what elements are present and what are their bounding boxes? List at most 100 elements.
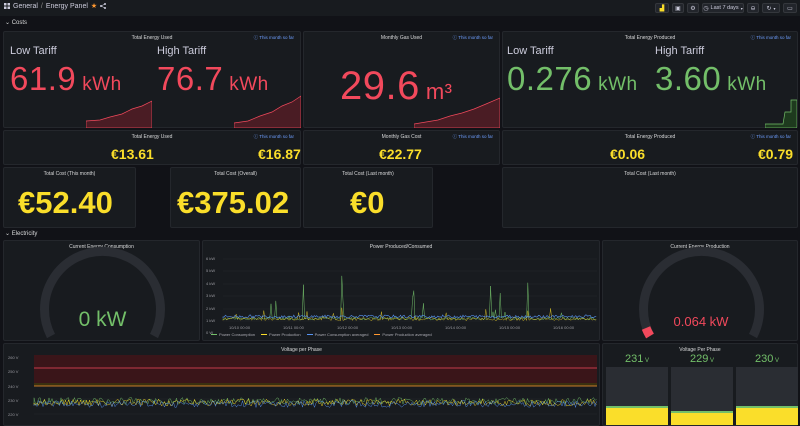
row-collapse-electricity[interactable]: ⌄ Electricity bbox=[5, 230, 37, 237]
power-x-tick: 10/10 00:00 bbox=[229, 325, 251, 330]
chevron-down-icon: ▾ bbox=[740, 5, 743, 11]
power-x-tick: 10/13 00:00 bbox=[391, 325, 413, 330]
row-collapse-costs[interactable]: ⌄ Costs bbox=[5, 19, 27, 26]
legend-swatch bbox=[211, 333, 217, 336]
low-tariff-label: Low Tariff bbox=[507, 45, 554, 57]
save-icon[interactable]: ▣ bbox=[672, 3, 684, 13]
phase-voltage-unit: V bbox=[773, 358, 780, 364]
phase-voltage-unit: V bbox=[643, 358, 650, 364]
production-value: 0.064 kW bbox=[673, 314, 729, 329]
panel-link[interactable]: ⓘ This month so far bbox=[751, 134, 791, 140]
phase-voltage-bar-fill bbox=[606, 406, 668, 425]
panel-voltage-chart: Voltage per Phase 260 V 250 V 240 V 230 V 22… bbox=[3, 343, 600, 426]
panel-link[interactable]: ⓘ This month so far bbox=[453, 134, 493, 140]
tv-mode-icon[interactable]: ▭ bbox=[783, 3, 797, 13]
total-cost-overall-value: €375.02 bbox=[177, 185, 290, 220]
power-chart-legend: Power Consumption Power Production Power C… bbox=[211, 332, 432, 337]
high-tariff-produced-cost: €0.79 bbox=[758, 146, 794, 162]
panel-title: Total Cost (Overall) bbox=[214, 171, 257, 177]
settings-gear-icon[interactable]: ⚙ bbox=[687, 3, 699, 13]
panel-link[interactable]: ⓘ This month so far bbox=[254, 35, 294, 41]
legend-item[interactable]: Power Production averaged bbox=[374, 332, 432, 337]
breadcrumb-dashboard[interactable]: Energy Panel bbox=[46, 3, 88, 10]
legend-swatch bbox=[261, 333, 268, 336]
share-icon[interactable] bbox=[100, 3, 107, 9]
panel-monthly-gas-used: Monthly Gas Used ⓘ This month so far 29.… bbox=[303, 31, 500, 128]
low-tariff-sparkline bbox=[86, 100, 152, 128]
consumption-value: 0 kW bbox=[78, 308, 127, 331]
voltage-y-tick: 230 V bbox=[8, 398, 19, 403]
panel-total-cost-last-month-empty: Total Cost (Last month) bbox=[502, 167, 798, 228]
total-cost-this-month-value: €52.40 bbox=[18, 185, 113, 220]
phase-voltage-bar bbox=[606, 367, 668, 425]
dashboards-grid-icon[interactable] bbox=[4, 3, 10, 9]
voltage-chart-plot bbox=[33, 355, 597, 415]
power-x-tick: 10/16 00:00 bbox=[553, 325, 575, 330]
legend-label: Power Consumption averaged bbox=[314, 332, 369, 337]
power-x-tick: 10/12 00:00 bbox=[337, 325, 359, 330]
panel-voltage-bars: Voltage Per Phase 231 V 229 V 230 V bbox=[602, 343, 798, 426]
favorite-star-icon[interactable]: ★ bbox=[91, 2, 97, 10]
phase-voltage-number: 231 bbox=[624, 353, 644, 365]
panel-energy-used-cost: Total Energy Used ⓘ This month so far €1… bbox=[3, 130, 301, 165]
power-x-tick: 10/15 00:00 bbox=[499, 325, 521, 330]
voltage-y-tick: 240 V bbox=[8, 384, 19, 389]
panel-monthly-gas-cost: Monthly Gas Cost ⓘ This month so far €22… bbox=[303, 130, 500, 165]
low-tariff-value: 0.276 kWh bbox=[507, 60, 638, 97]
phase-voltage-bar bbox=[736, 367, 798, 425]
phase-voltage-number: 230 bbox=[754, 353, 774, 365]
row-title-electricity: Electricity bbox=[11, 231, 38, 237]
high-tariff-cost: €16.87 bbox=[258, 146, 301, 162]
total-cost-last-month-value: €0 bbox=[350, 185, 385, 220]
high-tariff-label: High Tariff bbox=[157, 45, 207, 57]
panel-energy-produced-cost: Total Energy Produced ⓘ This month so fa… bbox=[502, 130, 798, 165]
legend-label: Power Consumption bbox=[219, 332, 256, 337]
time-range-picker[interactable]: ◷ Last 7 days ▾ bbox=[702, 3, 744, 13]
power-x-tick: 10/14 00:00 bbox=[445, 325, 467, 330]
low-tariff-produced-cost: €0.06 bbox=[610, 146, 646, 162]
phase-voltage-bar-fill bbox=[736, 406, 798, 425]
panel-link[interactable]: ⓘ This month so far bbox=[751, 35, 791, 41]
gas-used-sparkline bbox=[414, 97, 500, 128]
panel-power-chart: Power Produced/Consumed 6 kW 5 kW 4 kW 3 kW… bbox=[202, 240, 600, 341]
phase-voltage-unit: V bbox=[708, 358, 715, 364]
legend-item[interactable]: Power Consumption averaged bbox=[306, 332, 369, 337]
high-tariff-label: High Tariff bbox=[655, 45, 705, 57]
panel-link[interactable]: ⓘ This month so far bbox=[453, 35, 493, 41]
legend-item[interactable]: Power Production bbox=[261, 332, 301, 337]
phase-voltage-bar-fill bbox=[671, 411, 733, 425]
panel-total-energy-used: Total Energy Used ⓘ This month so far Lo… bbox=[3, 31, 301, 128]
low-tariff-label: Low Tariff bbox=[10, 45, 57, 57]
panel-total-cost-this-month: Total Cost (This month) €52.40 bbox=[3, 167, 136, 228]
breadcrumb-folder[interactable]: General bbox=[13, 3, 38, 10]
voltage-series-line bbox=[33, 399, 597, 408]
low-tariff-value: 61.9 kWh bbox=[10, 60, 122, 97]
phase-voltage-value: 231 V bbox=[606, 353, 668, 365]
high-tariff-sparkline bbox=[765, 99, 797, 128]
panel-title: Total Cost (Last month) bbox=[342, 171, 394, 177]
row-title-costs: Costs bbox=[11, 20, 28, 26]
clock-icon: ◷ bbox=[703, 5, 709, 12]
gas-cost-value: €22.77 bbox=[379, 146, 422, 162]
breadcrumb: General / Energy Panel ★ bbox=[4, 2, 107, 10]
legend-label: Power Production averaged bbox=[382, 332, 432, 337]
low-tariff-cost: €13.61 bbox=[111, 146, 154, 162]
panel-link[interactable]: ⓘ This month so far bbox=[254, 134, 294, 140]
phase-voltage-bar bbox=[671, 367, 733, 425]
legend-item[interactable]: Power Consumption bbox=[211, 332, 255, 337]
phase-voltage-value: 229 V bbox=[671, 353, 733, 365]
panel-total-energy-produced: Total Energy Produced ⓘ This month so fa… bbox=[502, 31, 798, 128]
high-tariff-sparkline bbox=[234, 95, 301, 128]
zoom-out-icon[interactable]: ⊖ bbox=[747, 3, 759, 13]
time-range-label: Last 7 days bbox=[710, 5, 739, 11]
phase-voltage-value: 230 V bbox=[736, 353, 798, 365]
add-panel-icon[interactable]: ▟ bbox=[655, 3, 669, 13]
refresh-button[interactable]: ↻ ▾ bbox=[762, 3, 780, 13]
panel-title: Total Cost (Last month) bbox=[624, 171, 676, 177]
power-x-tick: 10/11 00:00 bbox=[283, 325, 304, 330]
panel-total-cost-overall: Total Cost (Overall) €375.02 bbox=[170, 167, 301, 228]
high-tariff-value: 76.7 kWh bbox=[157, 60, 269, 97]
voltage-y-tick: 260 V bbox=[8, 355, 19, 360]
panel-current-energy-consumption: Current Energy Consumption 0 kW bbox=[3, 240, 200, 341]
power-series-line bbox=[222, 275, 597, 321]
